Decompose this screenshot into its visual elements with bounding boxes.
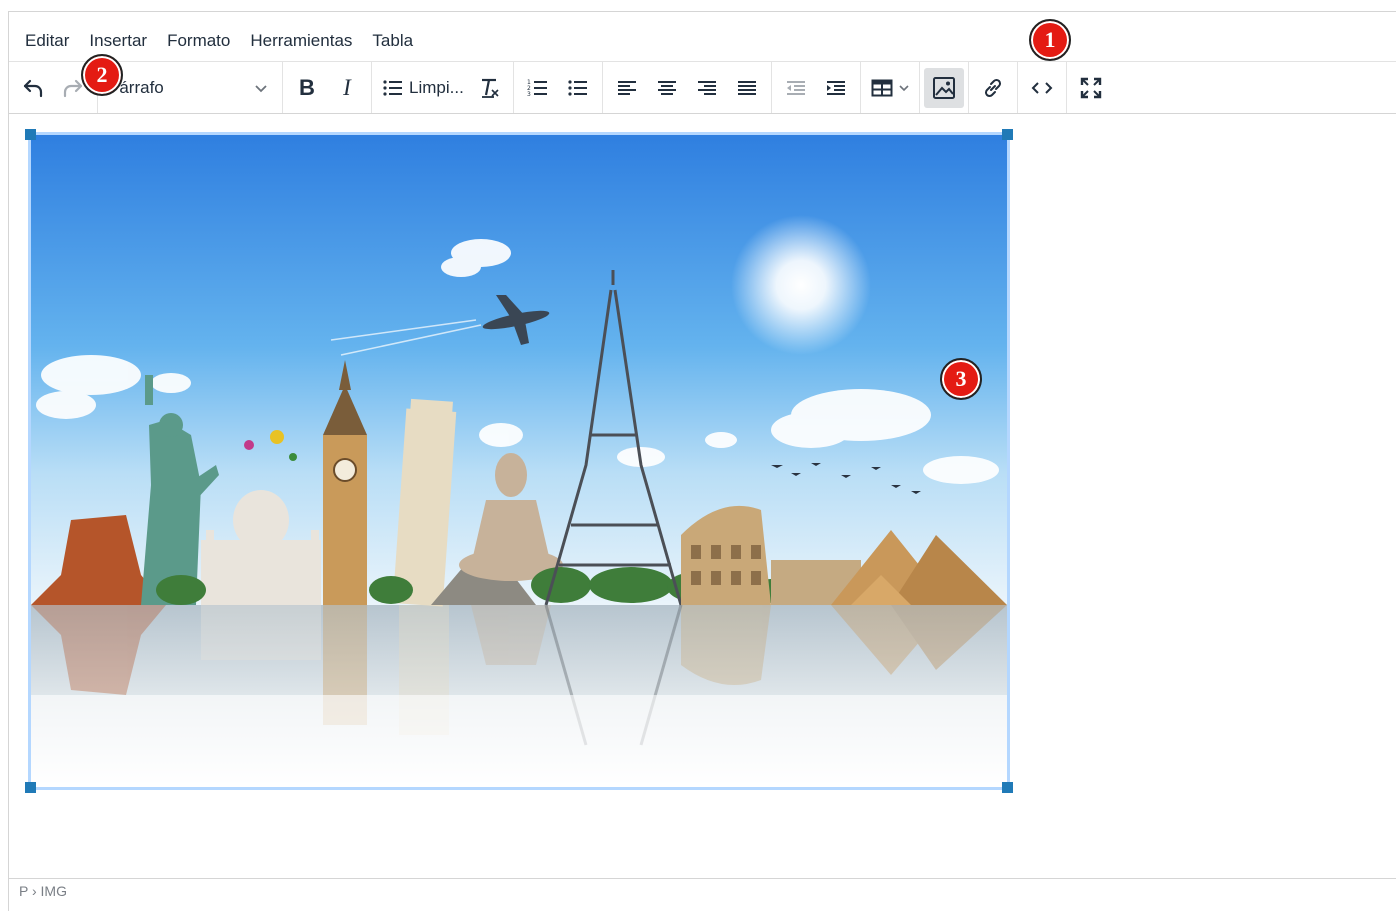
- block-format-group: Párrafo: [98, 62, 283, 113]
- link-icon: [984, 78, 1001, 97]
- italic-button[interactable]: I: [327, 68, 367, 108]
- code-icon: [1031, 81, 1053, 94]
- bold-icon: B: [299, 74, 315, 100]
- undo-icon: [23, 79, 43, 97]
- menu-editar[interactable]: Editar: [15, 31, 79, 51]
- align-left-button[interactable]: [607, 68, 647, 108]
- fullscreen-group: [1067, 62, 1115, 113]
- resize-handle-bottom-left[interactable]: [25, 782, 36, 793]
- fullscreen-icon: [1080, 77, 1101, 98]
- list-style-label: Limpi...: [409, 77, 464, 97]
- image-icon: [932, 76, 955, 99]
- align-center-button[interactable]: [647, 68, 687, 108]
- annotation-badge-2: 2: [81, 54, 123, 96]
- bullet-list-icon: [568, 79, 587, 96]
- menu-insertar[interactable]: Insertar: [79, 31, 157, 51]
- bullet-list-icon: [383, 79, 402, 96]
- indent-icon: [826, 80, 845, 95]
- link-button[interactable]: [973, 68, 1013, 108]
- toolbar: Párrafo B I Limpi... 123: [9, 62, 1396, 114]
- bullet-list-button[interactable]: [558, 68, 598, 108]
- menubar: Editar Insertar Formato Herramientas Tab…: [9, 12, 1396, 62]
- list-style-group: Limpi...: [372, 62, 514, 113]
- bold-button[interactable]: B: [287, 68, 327, 108]
- link-group: [969, 62, 1018, 113]
- align-group: [603, 62, 772, 113]
- fullscreen-button[interactable]: [1071, 68, 1111, 108]
- align-center-icon: [657, 80, 676, 95]
- annotation-badge-3: 3: [940, 358, 982, 400]
- table-group: [861, 62, 920, 113]
- element-path[interactable]: P › IMG: [19, 883, 67, 899]
- resize-handle-bottom-right[interactable]: [1002, 782, 1013, 793]
- list-style-button[interactable]: Limpi...: [376, 68, 469, 108]
- clear-formatting-icon: [481, 78, 499, 98]
- image-group: [920, 62, 969, 113]
- table-button[interactable]: [865, 68, 915, 108]
- numbered-list-icon: 123: [527, 79, 547, 98]
- clear-formatting-button[interactable]: [469, 68, 509, 108]
- resize-handle-top-right[interactable]: [1002, 129, 1013, 140]
- text-style-group: B I: [283, 62, 372, 113]
- statusbar-element-path: P › IMG: [9, 878, 1396, 918]
- chevron-down-icon: [899, 84, 909, 91]
- numbered-list-button[interactable]: 123: [518, 68, 558, 108]
- menu-herramientas[interactable]: Herramientas: [240, 31, 362, 51]
- outdent-icon: [786, 80, 805, 95]
- italic-icon: I: [343, 74, 351, 100]
- annotation-badge-1: 1: [1029, 19, 1071, 61]
- chevron-down-icon: [255, 84, 267, 92]
- selected-image-wonders-of-the-world[interactable]: [25, 129, 1013, 793]
- align-right-icon: [697, 80, 716, 95]
- rich-text-editor: Editar Insertar Formato Herramientas Tab…: [8, 11, 1396, 911]
- resize-handle-top-left[interactable]: [25, 129, 36, 140]
- world-landmarks-image: [31, 135, 1007, 787]
- undo-button[interactable]: [13, 68, 53, 108]
- svg-text:3: 3: [527, 91, 531, 98]
- menu-tabla[interactable]: Tabla: [362, 31, 423, 51]
- align-justify-icon: [737, 80, 756, 95]
- menu-formato[interactable]: Formato: [157, 31, 240, 51]
- code-group: [1018, 62, 1067, 113]
- image-button[interactable]: [923, 67, 964, 108]
- table-icon: [871, 79, 893, 96]
- indent-button[interactable]: [816, 68, 856, 108]
- list-group: 123: [514, 62, 603, 113]
- align-right-button[interactable]: [687, 68, 727, 108]
- align-left-icon: [617, 80, 636, 95]
- editor-content[interactable]: [9, 114, 1396, 878]
- indent-group: [772, 62, 861, 113]
- block-format-select[interactable]: Párrafo: [102, 68, 278, 108]
- align-justify-button[interactable]: [727, 68, 767, 108]
- source-code-button[interactable]: [1022, 68, 1062, 108]
- outdent-button[interactable]: [776, 68, 816, 108]
